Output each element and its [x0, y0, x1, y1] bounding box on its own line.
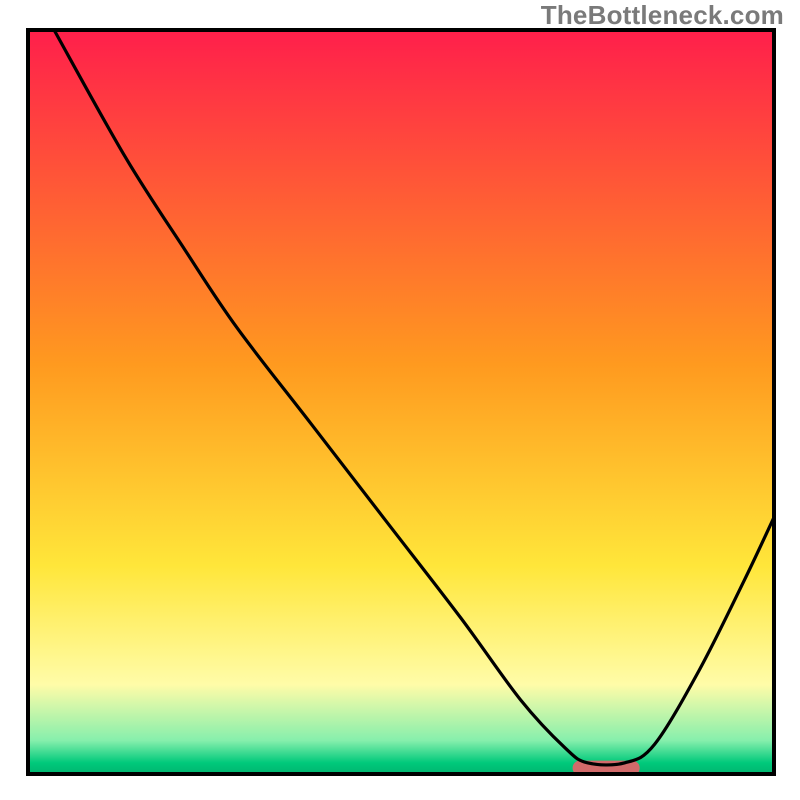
- chart-container: TheBottleneck.com: [0, 0, 800, 800]
- plot-background: [28, 30, 774, 774]
- bottleneck-chart: [0, 0, 800, 800]
- watermark-text: TheBottleneck.com: [541, 0, 784, 31]
